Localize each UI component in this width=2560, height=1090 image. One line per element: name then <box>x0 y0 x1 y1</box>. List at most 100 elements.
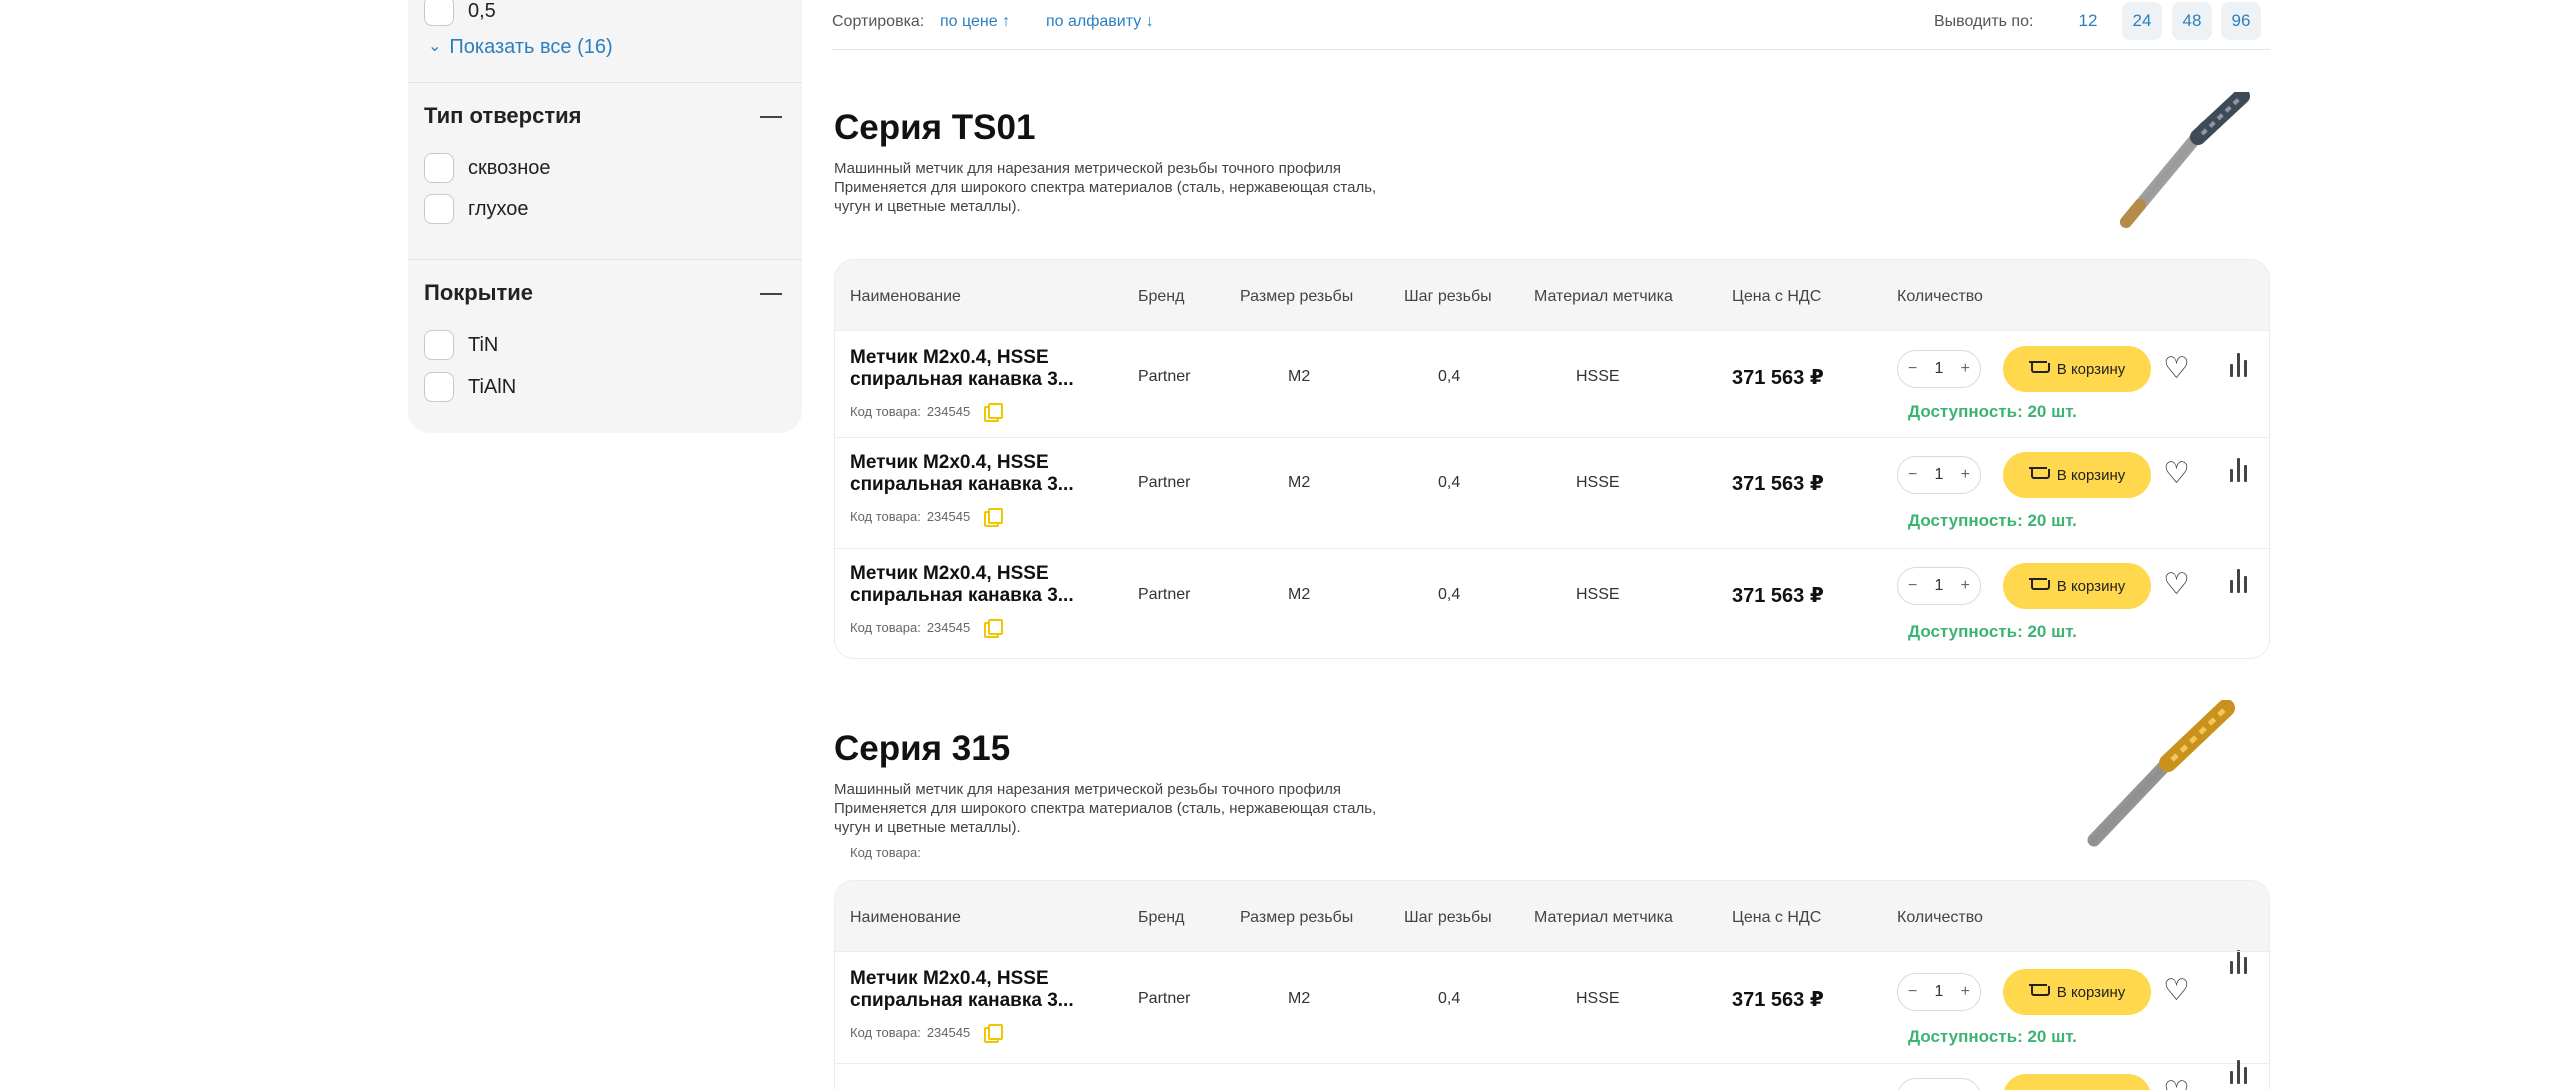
checkbox[interactable] <box>424 153 454 183</box>
per-page-48-button[interactable]: 48 <box>2172 2 2212 40</box>
availability: Доступность: 20 шт. <box>1908 402 2077 421</box>
cart-icon <box>2028 578 2050 594</box>
decrement-button[interactable]: − <box>1908 360 1917 378</box>
product-name-link[interactable]: Метчик M2x0.4, HSSE спиральная канавка 3… <box>850 563 1100 607</box>
price: 371 563 ₽ <box>1732 989 1824 1011</box>
quantity-stepper[interactable]: − 1 + <box>1897 973 1981 1011</box>
series-title: Серия TS01 <box>834 108 1036 147</box>
quantity-value[interactable]: 1 <box>1935 360 1944 378</box>
increment-button[interactable]: + <box>1961 577 1970 595</box>
code-label: Код товара: <box>850 508 921 524</box>
collapse-minus-icon[interactable] <box>760 116 782 118</box>
table-row: ♡ <box>835 1060 2269 1090</box>
sort-by-alpha-link[interactable]: по алфавиту ↓ <box>1046 13 1154 31</box>
availability: Доступность: 20 шт. <box>1908 622 2077 641</box>
thread-size: M2 <box>1288 586 1311 603</box>
table-row: Метчик M2x0.4, HSSE спиральная канавка 3… <box>835 437 2269 548</box>
col-brand: Бренд <box>1138 909 1185 926</box>
copy-icon[interactable] <box>984 1024 1004 1043</box>
filter-option-through[interactable]: сквозное <box>424 152 551 184</box>
copy-icon[interactable] <box>984 403 1004 422</box>
add-to-cart-button[interactable]: В корзину <box>2003 346 2151 392</box>
favorite-heart-icon[interactable]: ♡ <box>2163 354 2190 384</box>
compare-icon[interactable] <box>2228 353 2248 377</box>
divider <box>408 82 802 83</box>
cart-icon <box>2028 467 2050 483</box>
table-row: Метчик M2x0.4, HSSE спиральная канавка 3… <box>835 330 2269 437</box>
increment-button[interactable]: + <box>1961 466 1970 484</box>
add-to-cart-button[interactable]: В корзину <box>2003 969 2151 1015</box>
add-to-cart-button[interactable]: В корзину <box>2003 563 2151 609</box>
copy-icon[interactable] <box>984 619 1004 638</box>
compare-icon[interactable] <box>2228 458 2248 482</box>
product-name-link[interactable]: Метчик M2x0.4, HSSE спиральная канавка 3… <box>850 347 1100 391</box>
favorite-heart-icon[interactable]: ♡ <box>2163 976 2190 1006</box>
product-code: Код товара: 234545 <box>850 619 1004 638</box>
checkbox[interactable] <box>424 372 454 402</box>
thread-size: M2 <box>1288 474 1311 491</box>
sort-by-price-link[interactable]: по цене ↑ <box>940 13 1010 31</box>
filter-option-blind[interactable]: глухое <box>424 193 529 225</box>
quantity-stepper[interactable] <box>1897 1078 1981 1090</box>
quantity-value[interactable]: 1 <box>1935 466 1944 484</box>
per-page-96-button[interactable]: 96 <box>2221 2 2261 40</box>
quantity-value[interactable]: 1 <box>1935 983 1944 1001</box>
product-name-line: Метчик M2x0.4, HSSE <box>850 968 1049 989</box>
collapse-minus-icon[interactable] <box>760 293 782 295</box>
decrement-button[interactable]: − <box>1908 577 1917 595</box>
decrement-button[interactable]: − <box>1908 983 1917 1001</box>
series-description: Машинный метчик для нарезания метрическо… <box>834 780 1454 837</box>
cart-icon <box>2028 361 2050 377</box>
filter-option-label: TiN <box>468 333 499 356</box>
add-to-cart-button[interactable]: В корзину <box>2003 452 2151 498</box>
code-label: Код товара: <box>850 403 921 419</box>
product-name-line: спиральная канавка 3... <box>850 585 1074 606</box>
col-brand: Бренд <box>1138 288 1185 305</box>
thread-pitch: 0,4 <box>1438 474 1461 491</box>
quantity-stepper[interactable]: − 1 + <box>1897 350 1981 388</box>
quantity-stepper[interactable]: − 1 + <box>1897 456 1981 494</box>
col-price: Цена с НДС <box>1732 288 1822 305</box>
code-value: 234545 <box>926 1024 971 1040</box>
quantity-value[interactable]: 1 <box>1935 577 1944 595</box>
col-material: Материал метчика <box>1534 288 1673 305</box>
compare-icon[interactable] <box>2228 1060 2248 1084</box>
quantity-stepper[interactable]: − 1 + <box>1897 567 1981 605</box>
filter-option-tialn[interactable]: TiAlN <box>424 371 516 403</box>
per-page-12-button[interactable]: 12 <box>2068 2 2108 40</box>
per-page-label: Выводить по: <box>1934 13 2034 30</box>
col-pitch: Шаг резьбы <box>1404 288 1492 305</box>
availability: Доступность: 20 шт. <box>1908 511 2077 530</box>
thread-pitch: 0,4 <box>1438 990 1461 1007</box>
show-all-link[interactable]: ⌄ Показать все (16) <box>428 36 613 59</box>
divider <box>408 259 802 260</box>
filter-option-tin[interactable]: TiN <box>424 329 498 361</box>
checkbox[interactable] <box>424 330 454 360</box>
filter-title-hole-type: Тип отверстия <box>424 103 582 128</box>
brand: Partner <box>1138 368 1191 385</box>
per-page-24-button[interactable]: 24 <box>2122 2 2162 40</box>
decrement-button[interactable]: − <box>1908 466 1917 484</box>
filter-option-0-5[interactable]: 0,5 <box>424 0 496 27</box>
add-to-cart-button[interactable] <box>2003 1074 2151 1090</box>
code-value: 234545 <box>926 403 971 419</box>
product-table: Наименование Бренд Размер резьбы Шаг рез… <box>834 880 2270 1090</box>
col-size: Размер резьбы <box>1240 909 1354 926</box>
favorite-heart-icon[interactable]: ♡ <box>2163 459 2190 489</box>
compare-icon[interactable] <box>2228 569 2248 593</box>
checkbox[interactable] <box>424 0 454 26</box>
filter-option-label: TiAlN <box>468 375 517 398</box>
product-table: Наименование Бренд Размер резьбы Шаг рез… <box>834 259 2270 659</box>
favorite-heart-icon[interactable]: ♡ <box>2163 570 2190 600</box>
thread-pitch: 0,4 <box>1438 586 1461 603</box>
product-name-link[interactable]: Метчик M2x0.4, HSSE спиральная канавка 3… <box>850 968 1100 1012</box>
increment-button[interactable]: + <box>1961 360 1970 378</box>
cart-label: В корзину <box>2056 983 2126 1001</box>
increment-button[interactable]: + <box>1961 983 1970 1001</box>
favorite-heart-icon[interactable]: ♡ <box>2163 1078 2190 1090</box>
filter-sidebar: 0,5 ⌄ Показать все (16) Тип отверстия ск… <box>408 0 802 433</box>
description-line: чугун и цветные металлы). <box>834 819 1021 836</box>
product-name-link[interactable]: Метчик M2x0.4, HSSE спиральная канавка 3… <box>850 452 1100 496</box>
checkbox[interactable] <box>424 194 454 224</box>
copy-icon[interactable] <box>984 508 1004 527</box>
